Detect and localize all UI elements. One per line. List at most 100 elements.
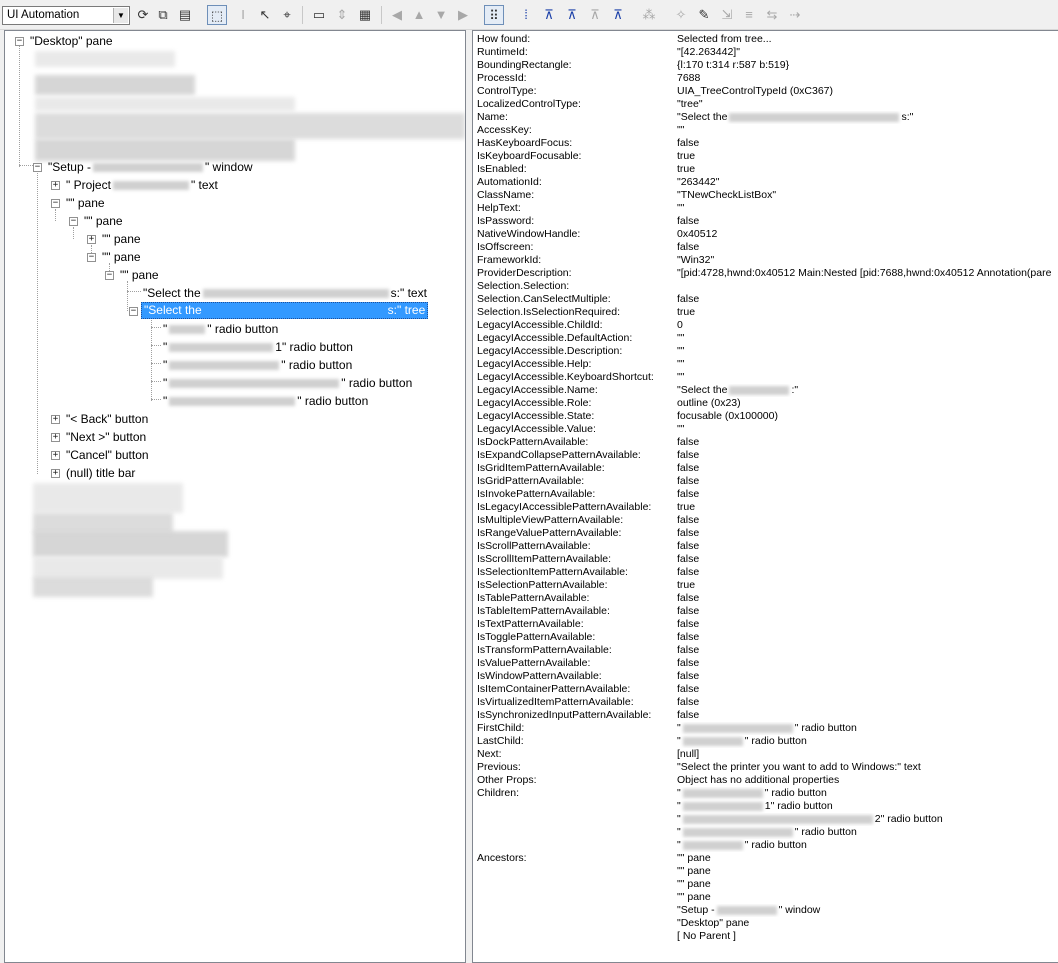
tree-node-radio-button[interactable]: " " radio button bbox=[163, 393, 368, 409]
expand-icon[interactable]: + bbox=[87, 235, 96, 244]
property-row[interactable]: IsScrollPatternAvailable: false bbox=[477, 540, 1057, 553]
property-row[interactable]: IsTransformPatternAvailable: false bbox=[477, 644, 1057, 657]
property-row[interactable]: IsRangeValuePatternAvailable: false bbox=[477, 527, 1057, 540]
property-row[interactable]: LegacyIAccessible.Description: "" bbox=[477, 345, 1057, 358]
properties-icon[interactable]: ▤ bbox=[177, 7, 193, 23]
property-row[interactable]: " " radio button bbox=[477, 839, 1057, 852]
tree-node-select-text[interactable]: "Select the s:" text bbox=[143, 285, 427, 301]
collapse-icon[interactable]: − bbox=[15, 37, 24, 46]
tree-node-radio-button[interactable]: " " radio button bbox=[163, 321, 278, 337]
property-row[interactable]: IsPassword: false bbox=[477, 215, 1057, 228]
text-cursor-icon[interactable]: I bbox=[235, 7, 251, 23]
property-row[interactable]: HasKeyboardFocus: false bbox=[477, 137, 1057, 150]
property-row[interactable]: IsValuePatternAvailable: false bbox=[477, 657, 1057, 670]
action-icon[interactable]: ✧ bbox=[673, 7, 689, 23]
property-row[interactable]: ProviderDescription: "[pid:4728,hwnd:0x40… bbox=[477, 267, 1057, 280]
last-child-icon[interactable]: ⊼ bbox=[610, 7, 626, 23]
property-row[interactable]: IsMultipleViewPatternAvailable: false bbox=[477, 514, 1057, 527]
property-row[interactable]: HelpText: "" bbox=[477, 202, 1057, 215]
property-row[interactable]: "" pane bbox=[477, 878, 1057, 891]
property-row[interactable]: LocalizedControlType: "tree" bbox=[477, 98, 1057, 111]
property-row[interactable]: " " radio button bbox=[477, 826, 1057, 839]
property-row[interactable]: IsExpandCollapsePatternAvailable: false bbox=[477, 449, 1057, 462]
property-row[interactable]: FirstChild: " " radio button bbox=[477, 722, 1057, 735]
property-row[interactable]: "" pane bbox=[477, 865, 1057, 878]
property-row[interactable]: LegacyIAccessible.Name: "Select the:" bbox=[477, 384, 1057, 397]
property-row[interactable]: LastChild: " " radio button bbox=[477, 735, 1057, 748]
property-row[interactable]: Other Props: Object has no additional pro… bbox=[477, 774, 1057, 787]
collapse-icon[interactable]: − bbox=[51, 199, 60, 208]
property-row[interactable]: IsItemContainerPatternAvailable: false bbox=[477, 683, 1057, 696]
property-row[interactable]: Next: [null] bbox=[477, 748, 1057, 761]
collapse-icon[interactable]: − bbox=[129, 307, 138, 316]
expand-icon[interactable]: + bbox=[51, 469, 60, 478]
property-row[interactable]: IsTogglePatternAvailable: false bbox=[477, 631, 1057, 644]
property-row[interactable]: LegacyIAccessible.Role: outline (0x23) bbox=[477, 397, 1057, 410]
next-sibling-icon[interactable]: ⊼ bbox=[564, 7, 580, 23]
property-row[interactable]: IsGridItemPatternAvailable: false bbox=[477, 462, 1057, 475]
property-row[interactable]: IsTablePatternAvailable: false bbox=[477, 592, 1057, 605]
select-pointer-icon[interactable]: ↖ bbox=[257, 7, 273, 23]
property-row[interactable]: " 2" radio button bbox=[477, 813, 1057, 826]
property-row[interactable]: ControlType: UIA_TreeControlTypeId (0xC36… bbox=[477, 85, 1057, 98]
property-row[interactable]: IsLegacyIAccessiblePatternAvailable: true bbox=[477, 501, 1057, 514]
property-row[interactable]: IsOffscreen: false bbox=[477, 241, 1057, 254]
collapse-icon[interactable]: − bbox=[105, 271, 114, 280]
expand-icon[interactable]: + bbox=[51, 433, 60, 442]
collapse-icon[interactable]: − bbox=[87, 253, 96, 262]
property-row[interactable]: IsWindowPatternAvailable: false bbox=[477, 670, 1057, 683]
property-row[interactable]: RuntimeId: "[42.263442]" bbox=[477, 46, 1057, 59]
expand-icon[interactable]: + bbox=[51, 181, 60, 190]
collapse-icon[interactable]: ≡ bbox=[741, 7, 757, 23]
collapse-icon[interactable]: − bbox=[69, 217, 78, 226]
property-row[interactable]: Selection.Selection: bbox=[477, 280, 1057, 293]
property-row[interactable]: IsVirtualizedItemPatternAvailable: false bbox=[477, 696, 1057, 709]
property-row[interactable]: IsSelectionPatternAvailable: true bbox=[477, 579, 1057, 592]
property-row[interactable]: FrameworkId: "Win32" bbox=[477, 254, 1057, 267]
properties-panel[interactable]: How found: Selected from tree... RuntimeId… bbox=[472, 30, 1058, 963]
property-row[interactable]: Name: "Select the s:" bbox=[477, 111, 1057, 124]
first-child-icon[interactable]: ⊼ bbox=[541, 7, 557, 23]
forward-arrow-icon[interactable]: ▶ bbox=[455, 7, 471, 23]
property-row[interactable]: ClassName: "TNewCheckListBox" bbox=[477, 189, 1057, 202]
property-row[interactable]: LegacyIAccessible.KeyboardShortcut: "" bbox=[477, 371, 1057, 384]
property-row[interactable]: IsDockPatternAvailable: false bbox=[477, 436, 1057, 449]
property-row[interactable]: Selection.CanSelectMultiple: false bbox=[477, 293, 1057, 306]
property-row[interactable]: LegacyIAccessible.ChildId: 0 bbox=[477, 319, 1057, 332]
property-row[interactable]: IsTextPatternAvailable: false bbox=[477, 618, 1057, 631]
element-tree[interactable]: − "Desktop" pane − "Setup - " window + " … bbox=[4, 30, 466, 963]
mode-select[interactable]: UI Automation ▼ bbox=[2, 6, 130, 25]
parent-icon[interactable]: ⁞ bbox=[518, 7, 534, 23]
property-row[interactable]: ProcessId: 7688 bbox=[477, 72, 1057, 85]
navigation-icon[interactable]: ⁂ bbox=[641, 7, 657, 23]
property-row[interactable]: IsKeyboardFocusable: true bbox=[477, 150, 1057, 163]
property-row[interactable]: Children: " " radio button bbox=[477, 787, 1057, 800]
tree-view-icon[interactable]: ⠿ bbox=[484, 5, 504, 25]
prev-sibling-icon[interactable]: ⊼ bbox=[587, 7, 603, 23]
expand-icon[interactable]: ⇲ bbox=[719, 7, 735, 23]
caret-icon[interactable]: ⇕ bbox=[334, 7, 350, 23]
chevron-down-icon[interactable]: ▼ bbox=[113, 8, 128, 23]
sort-icon[interactable]: ⇆ bbox=[764, 7, 780, 23]
property-row[interactable]: " 1" radio button bbox=[477, 800, 1057, 813]
property-row[interactable]: LegacyIAccessible.Help: "" bbox=[477, 358, 1057, 371]
collapse-icon[interactable]: − bbox=[33, 163, 42, 172]
property-row[interactable]: Previous: "Select the printer you want to… bbox=[477, 761, 1057, 774]
property-row[interactable]: AutomationId: "263442" bbox=[477, 176, 1057, 189]
property-row[interactable]: IsGridPatternAvailable: false bbox=[477, 475, 1057, 488]
property-row[interactable]: LegacyIAccessible.DefaultAction: "" bbox=[477, 332, 1057, 345]
property-row[interactable]: NativeWindowHandle: 0x40512 bbox=[477, 228, 1057, 241]
property-row[interactable]: [ No Parent ] bbox=[477, 930, 1057, 943]
focus-tracking-icon[interactable]: ⌖ bbox=[279, 7, 295, 23]
copy-icon[interactable]: ⧉ bbox=[155, 7, 171, 23]
property-row[interactable]: How found: Selected from tree... bbox=[477, 33, 1057, 46]
property-row[interactable]: IsEnabled: true bbox=[477, 163, 1057, 176]
property-row[interactable]: IsInvokePatternAvailable: false bbox=[477, 488, 1057, 501]
up-arrow-icon[interactable]: ▲ bbox=[411, 7, 427, 23]
property-row[interactable]: "" pane bbox=[477, 891, 1057, 904]
refresh-icon[interactable]: ⟳ bbox=[135, 7, 151, 23]
down-arrow-icon[interactable]: ▼ bbox=[433, 7, 449, 23]
window-icon[interactable]: ▭ bbox=[311, 7, 327, 23]
property-row[interactable]: IsTableItemPatternAvailable: false bbox=[477, 605, 1057, 618]
expand-icon[interactable]: + bbox=[51, 415, 60, 424]
